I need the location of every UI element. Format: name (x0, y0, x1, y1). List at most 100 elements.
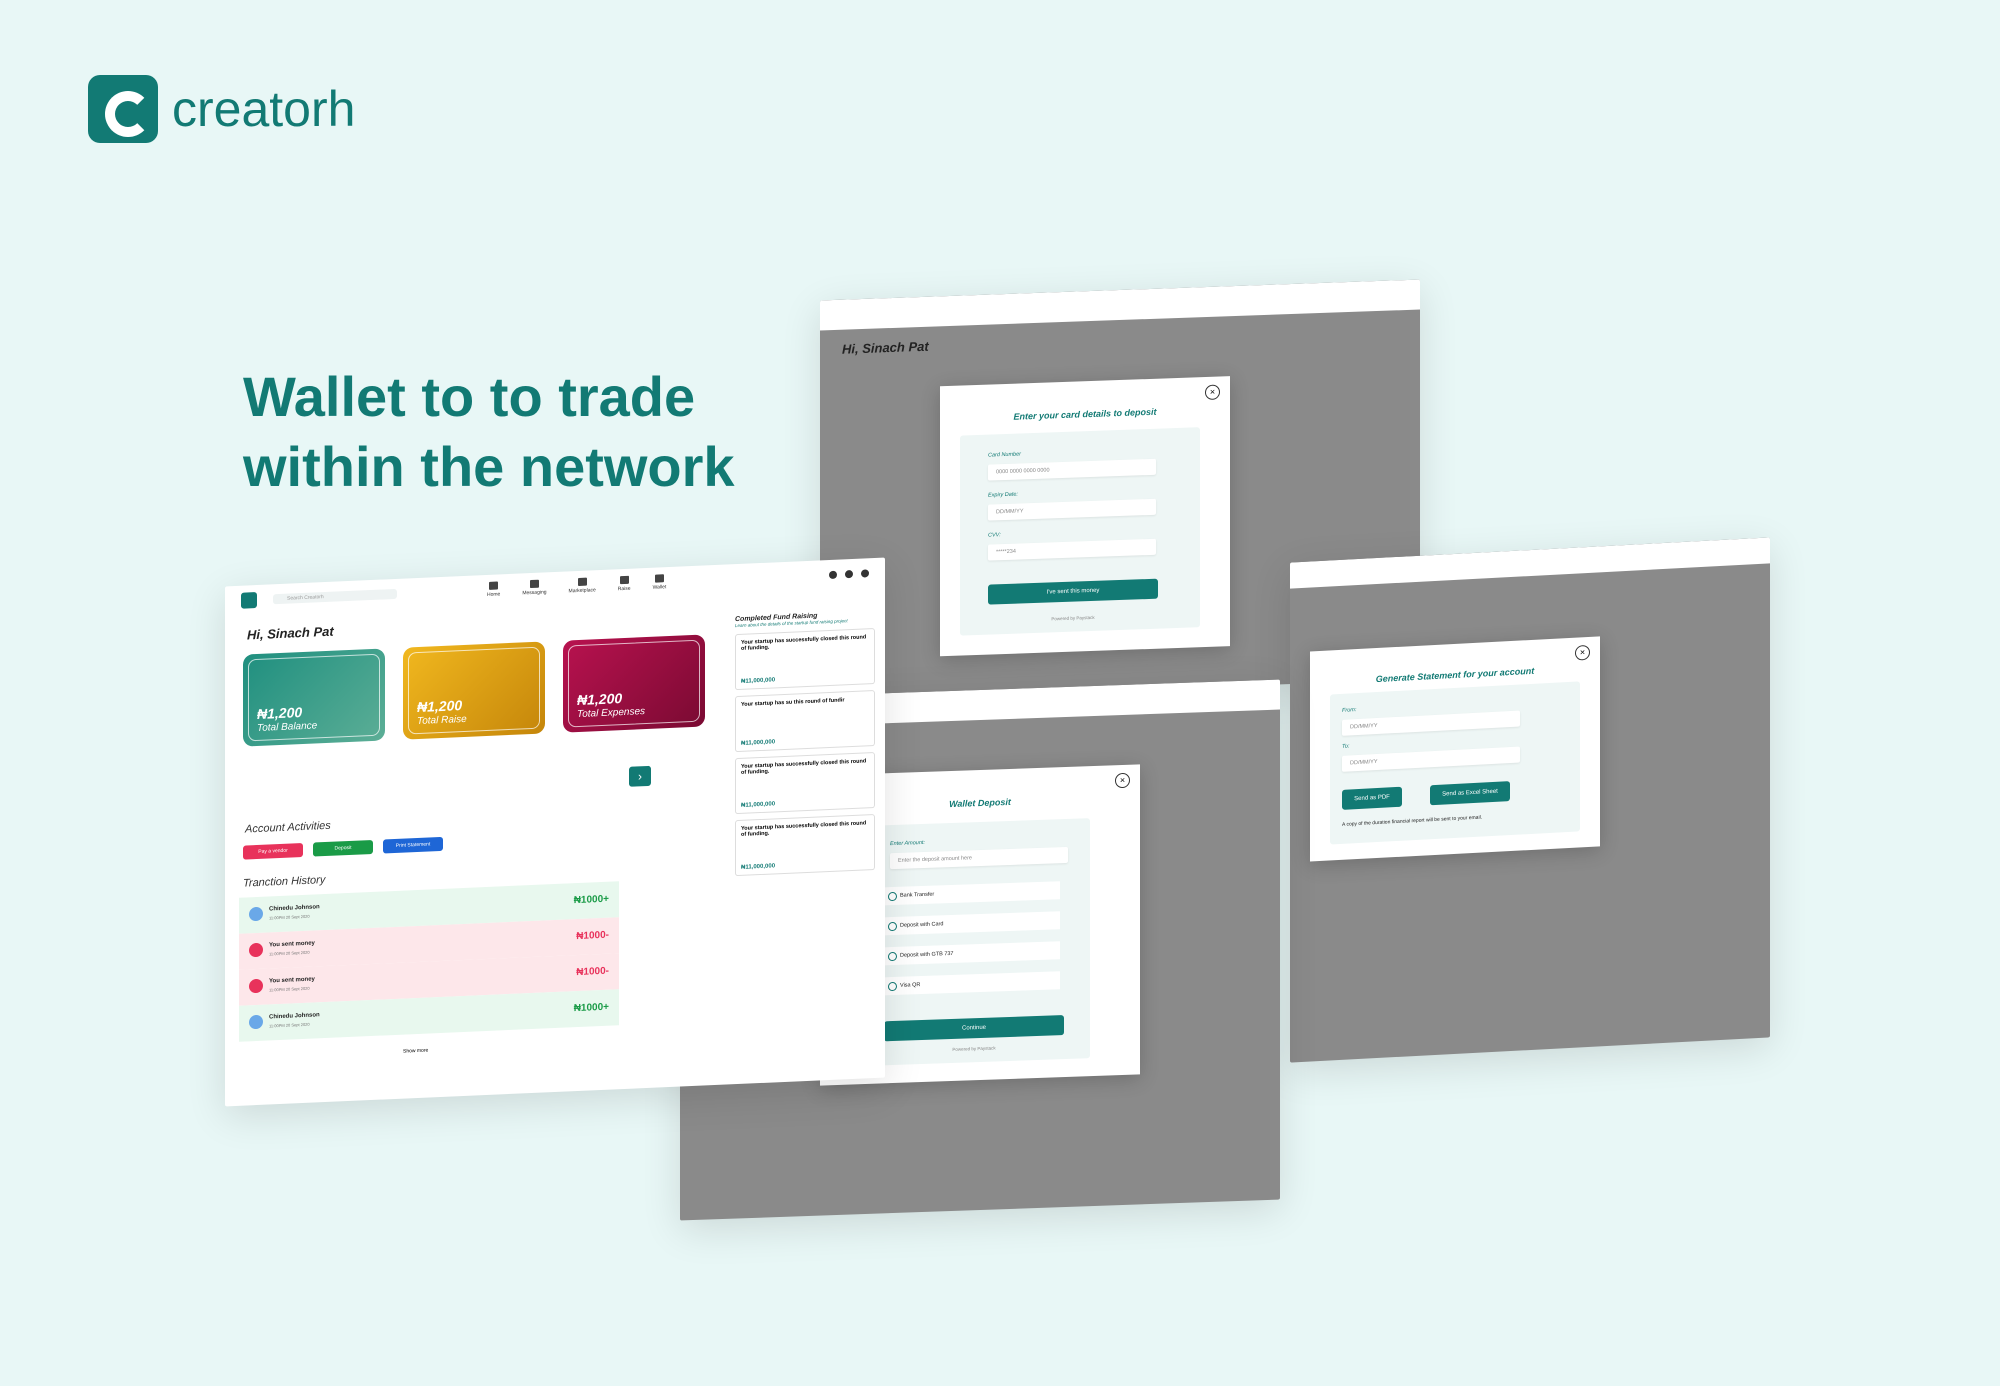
fund-amount: ₦11,000,000 (741, 801, 776, 809)
nav-wallet-label: Wallet (652, 584, 667, 591)
tx-time: 11:00PM 20 Sept 2020 (269, 949, 310, 957)
deposit-amount-input[interactable]: Enter the deposit amount here (890, 846, 1068, 870)
next-arrow-button[interactable]: › (629, 765, 651, 787)
avatar (249, 906, 263, 922)
main-nav: Home Messaging Marketplace Raise Wallet (487, 574, 666, 598)
tx-time: 11:00PM 20 Sept 2020 (269, 985, 310, 993)
option-deposit-card[interactable]: Deposit with Card (884, 911, 1060, 936)
expiry-input[interactable]: DD/MM/YY (988, 498, 1156, 521)
fund-raising-panel: Completed Fund Raising Learn about the d… (735, 610, 875, 877)
from-label: From: (1342, 707, 1357, 714)
headline: Wallet to to trade within the network (243, 362, 843, 502)
avatar (249, 1014, 263, 1030)
fund-amount: ₦11,000,000 (741, 863, 776, 871)
amount-label: Enter Amount: (890, 839, 925, 848)
cvv-input[interactable]: *****234 (988, 538, 1156, 561)
tx-value: ₦1000+ (573, 893, 609, 907)
option-visa-qr[interactable]: Visa QR (884, 971, 1060, 996)
fund-amount: ₦11,000,000 (741, 677, 776, 685)
profile-icon[interactable] (861, 569, 869, 578)
tx-value: ₦1000+ (573, 1001, 609, 1015)
total-expenses-card[interactable]: ₦1,200 Total Expenses (563, 634, 705, 733)
close-icon[interactable]: × (1575, 644, 1590, 661)
continue-button[interactable]: Continue (884, 1015, 1064, 1042)
activities-title: Account Activities (245, 819, 331, 836)
statement-modal: × Generate Statement for your account Fr… (1310, 636, 1600, 862)
close-icon[interactable]: × (1205, 384, 1220, 401)
card-amount: ₦1,200 (417, 697, 463, 716)
headline-line-1: Wallet to to trade (243, 365, 696, 428)
total-balance-card[interactable]: ₦1,200 Total Balance (243, 648, 385, 747)
nav-messaging-label: Messaging (522, 589, 547, 597)
fund-card[interactable]: Your startup has su this round of fundir… (735, 690, 875, 753)
nav-home[interactable]: Home (487, 581, 500, 598)
tx-time: 11:00PM 20 Sept 2020 (269, 1021, 310, 1029)
tx-value: ₦1000- (576, 965, 609, 979)
send-pdf-button[interactable]: Send as PDF (1342, 786, 1402, 810)
creatorh-logo-icon (88, 75, 158, 143)
card-number-input[interactable]: 0000 0000 0000 0000 (988, 458, 1156, 481)
fund-text: Your startup has su this round of fundir (741, 697, 845, 708)
screen-statement: × Generate Statement for your account Fr… (1290, 537, 1770, 1063)
greeting-back: Hi, Sinach Pat (842, 338, 929, 357)
cvv-label: CVV: (988, 532, 1001, 539)
history-title: Tranction History (243, 874, 326, 890)
deposit-form: Enter Amount: Enter the deposit amount h… (870, 818, 1090, 1066)
cart-icon[interactable] (845, 569, 853, 579)
fund-text: Your startup has successfully closed thi… (741, 820, 867, 838)
card-label: Total Raise (417, 713, 467, 728)
nav-wallet[interactable]: Wallet (652, 574, 667, 591)
card-number-label: Card Number (988, 451, 1022, 459)
expiry-label: Expiry Date: (988, 491, 1018, 499)
fund-text: Your startup has successfully closed thi… (741, 634, 867, 652)
chat-icon (529, 579, 539, 589)
statement-form: From: DD/MM/YY To: DD/MM/YY Send as PDF … (1330, 681, 1580, 845)
fund-card[interactable]: Your startup has successfully closed thi… (735, 814, 875, 877)
show-more-link[interactable]: Show more (403, 1048, 428, 1055)
powered-by: Powered by Paystack (1051, 614, 1095, 622)
card-modal-title: Enter your card details to deposit (1013, 406, 1157, 422)
store-icon (577, 577, 587, 587)
brand-logo: creatorh (88, 75, 355, 143)
card-form: Card Number 0000 0000 0000 0000 Expiry D… (960, 427, 1200, 636)
headline-line-2: within the network (243, 435, 735, 498)
fund-text: Your startup has successfully closed thi… (741, 758, 867, 776)
close-icon[interactable]: × (1115, 772, 1130, 789)
nav-marketplace[interactable]: Marketplace (569, 577, 596, 594)
search-input[interactable]: Search Creatorh (273, 588, 397, 605)
option-gtb-737[interactable]: Deposit with GTB 737 (884, 941, 1060, 966)
deposit-button[interactable]: Deposit (313, 839, 373, 857)
nav-home-label: Home (487, 591, 501, 598)
pay-vendor-button[interactable]: Pay a vendor (243, 843, 303, 860)
to-date-input[interactable]: DD/MM/YY (1342, 746, 1520, 772)
option-bank-transfer[interactable]: Bank Transfer (884, 881, 1060, 906)
wallet-icon (654, 574, 664, 583)
bell-icon[interactable] (829, 570, 837, 580)
total-raise-card[interactable]: ₦1,200 Total Raise (403, 641, 545, 740)
card-details-modal: × Enter your card details to deposit Car… (940, 376, 1230, 657)
tx-name: Chinedu Johnson (269, 904, 320, 913)
screen-dashboard: Search Creatorh Home Messaging Marketpla… (225, 557, 885, 1107)
avatar (249, 978, 263, 994)
tx-name: You sent money (269, 976, 315, 985)
sent-money-button[interactable]: I've sent this money (988, 578, 1158, 605)
to-label: To: (1342, 743, 1350, 750)
home-icon (489, 581, 499, 590)
tx-time: 11:00PM 20 Sept 2020 (269, 913, 310, 921)
from-date-input[interactable]: DD/MM/YY (1342, 710, 1520, 736)
app-logo[interactable] (241, 592, 257, 609)
chart-icon (619, 575, 629, 585)
card-amount: ₦1,200 (577, 690, 623, 709)
send-excel-button[interactable]: Send as Excel Sheet (1430, 781, 1510, 806)
avatar (249, 942, 263, 958)
tx-name: Chinedu Johnson (269, 1012, 320, 1021)
fund-card[interactable]: Your startup has successfully closed thi… (735, 752, 875, 815)
nav-raise-label: Raise (617, 585, 631, 593)
tx-name: You sent money (269, 940, 315, 949)
fund-card[interactable]: Your startup has successfully closed thi… (735, 628, 875, 691)
print-statement-button[interactable]: Print Statement (383, 836, 443, 854)
statement-note: A copy of the duration financial report … (1342, 814, 1483, 828)
nav-messaging[interactable]: Messaging (522, 579, 547, 597)
nav-raise[interactable]: Raise (617, 575, 631, 593)
card-amount: ₦1,200 (257, 704, 303, 723)
